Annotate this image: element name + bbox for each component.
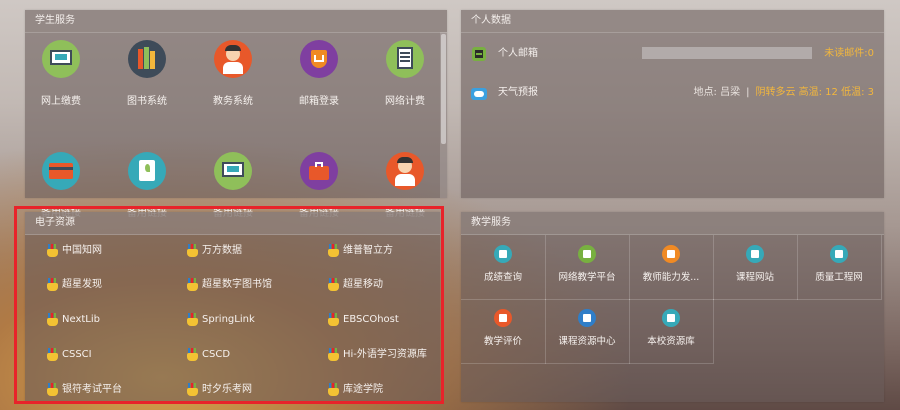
- cloud-weather-icon: [471, 85, 487, 101]
- mail-box-icon: [471, 46, 487, 62]
- student-services-scrollbar[interactable]: [440, 32, 447, 198]
- personal-mail-row[interactable]: 个人邮箱 未读邮件:0: [461, 39, 884, 69]
- service-library[interactable]: 图书系统: [105, 40, 189, 107]
- teaching-service-label: 质量工程网: [815, 272, 863, 283]
- mail-status: 未读邮件:0: [642, 39, 874, 69]
- weather-info: 地点: 吕梁 | 阴转多云 高温: 12 低温: 3: [694, 78, 874, 108]
- network-billing-icon: [386, 40, 424, 78]
- service-academic-affairs[interactable]: 教务系统: [191, 40, 275, 107]
- student-services-grid: 网上缴费 图书系统 教务系统 邮箱登录 网络计费: [25, 33, 447, 219]
- teaching-service-item[interactable]: 本校资源库: [629, 299, 714, 364]
- service-online-payment[interactable]: 网上缴费: [19, 40, 103, 107]
- teaching-evaluation-icon: [494, 309, 512, 327]
- teaching-services-panel: 教学服务 成绩查询 网络教学平台 教师能力发... 课程网站 质量工程网教学评价 课程资源…: [461, 212, 884, 402]
- weather-divider: |: [746, 87, 750, 98]
- online-payment-icon: [214, 152, 252, 190]
- student-services-title: 学生服务: [25, 10, 447, 33]
- teaching-service-item[interactable]: 网络教学平台: [545, 235, 630, 300]
- weather-location: 地点: 吕梁: [693, 87, 741, 98]
- teaching-service-item[interactable]: 成绩查询: [461, 235, 546, 300]
- teaching-service-label: 教师能力发...: [642, 272, 700, 283]
- teaching-service-label: 本校资源库: [647, 336, 695, 347]
- network-teaching-icon: [578, 245, 596, 263]
- course-website-icon: [746, 245, 764, 263]
- academic-affairs-icon: [214, 40, 252, 78]
- weather-label: 天气预报: [498, 87, 538, 98]
- teaching-service-item[interactable]: 课程网站: [713, 235, 798, 300]
- scrollbar-thumb[interactable]: [441, 34, 446, 144]
- service-mail-login[interactable]: 邮箱登录: [277, 40, 361, 107]
- quality-engineering-icon: [830, 245, 848, 263]
- school-resource-icon: [662, 309, 680, 327]
- weather-row: 天气预报 地点: 吕梁 | 阴转多云 高温: 12 低温: 3: [461, 78, 884, 108]
- weather-forecast: 阴转多云 高温: 12 低温: 3: [755, 87, 874, 98]
- teaching-service-label: 网络教学平台: [558, 272, 616, 283]
- teaching-service-item[interactable]: 教师能力发...: [629, 235, 714, 300]
- teaching-service-item[interactable]: 质量工程网: [797, 235, 882, 300]
- student-services-panel: 学生服务 网上缴费 图书系统 教务系统 邮箱登录 网络计费: [25, 10, 447, 219]
- mail-login-icon: [300, 40, 338, 78]
- unread-mail-count[interactable]: 未读邮件:0: [824, 48, 874, 59]
- teaching-services-title: 教学服务: [461, 212, 884, 235]
- online-payment-icon: [42, 40, 80, 78]
- selection-highlight-box: [14, 206, 444, 404]
- teaching-service-label: 课程资源中心: [558, 336, 616, 347]
- redacted-email: [642, 47, 813, 59]
- mail-label: 个人邮箱: [498, 48, 538, 59]
- bank-card-icon: [42, 152, 80, 190]
- library-books-icon: [128, 40, 166, 78]
- academic-affairs-icon: [386, 152, 424, 190]
- teaching-service-item[interactable]: 教学评价: [461, 299, 546, 364]
- teacher-development-icon: [662, 245, 680, 263]
- plant-document-icon: [128, 152, 166, 190]
- grade-query-icon: [494, 245, 512, 263]
- personal-data-title: 个人数据: [461, 10, 884, 33]
- personal-data-panel: 个人数据 个人邮箱 未读邮件:0 天气预报 地点: 吕梁 | 阴转多云 高温: 12…: [461, 10, 884, 198]
- course-resource-icon: [578, 309, 596, 327]
- teaching-service-label: 课程网站: [735, 272, 774, 283]
- teaching-service-item[interactable]: 课程资源中心: [545, 299, 630, 364]
- service-network-billing[interactable]: 网络计费: [363, 40, 447, 107]
- teaching-service-label: 教学评价: [483, 336, 522, 347]
- briefcase-icon: [300, 152, 338, 190]
- teaching-service-label: 成绩查询: [483, 272, 522, 283]
